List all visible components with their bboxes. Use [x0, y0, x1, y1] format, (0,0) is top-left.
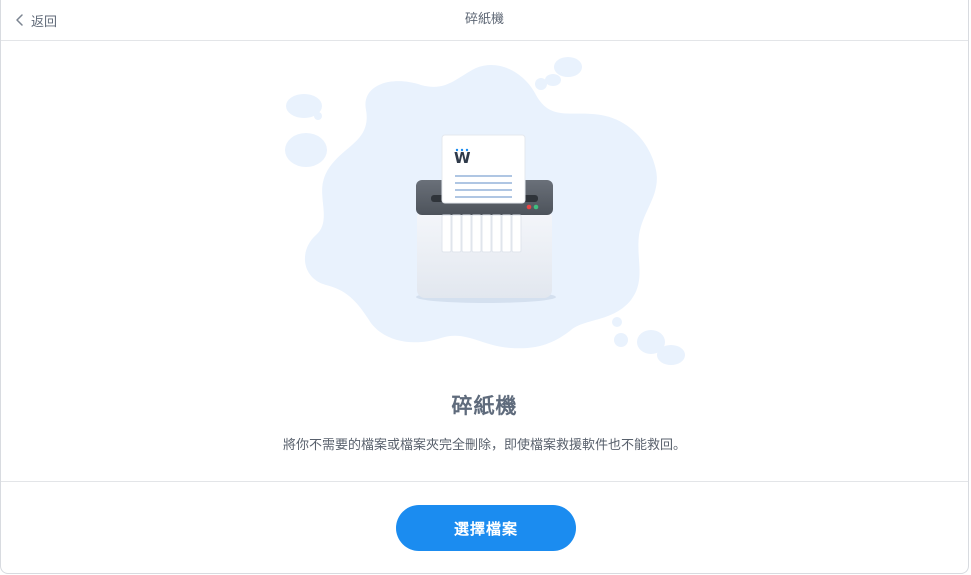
page-title: 碎紙機 — [451, 394, 518, 418]
footer-divider — [1, 481, 968, 482]
header-title: 碎紙機 — [464, 12, 504, 27]
shredded-strips — [441, 214, 522, 253]
w-logo-icon: W — [454, 148, 471, 167]
shredder-illustration: W — [271, 50, 701, 380]
select-file-button[interactable]: 選擇檔案 — [396, 505, 576, 551]
page-description: 將你不需要的檔案或檔案夾完全刪除，即使檔案救援軟件也不能救回。 — [282, 438, 686, 453]
header-bar: 返回 碎紙機 — [1, 0, 968, 41]
shredder-window: 返回 碎紙機 W 碎紙機 將你不需要的檔案或檔案夾完全刪除，即使檔案救援軟件也不… — [0, 0, 969, 574]
paper-sheet: W — [441, 134, 526, 204]
svg-text:W: W — [454, 149, 471, 167]
